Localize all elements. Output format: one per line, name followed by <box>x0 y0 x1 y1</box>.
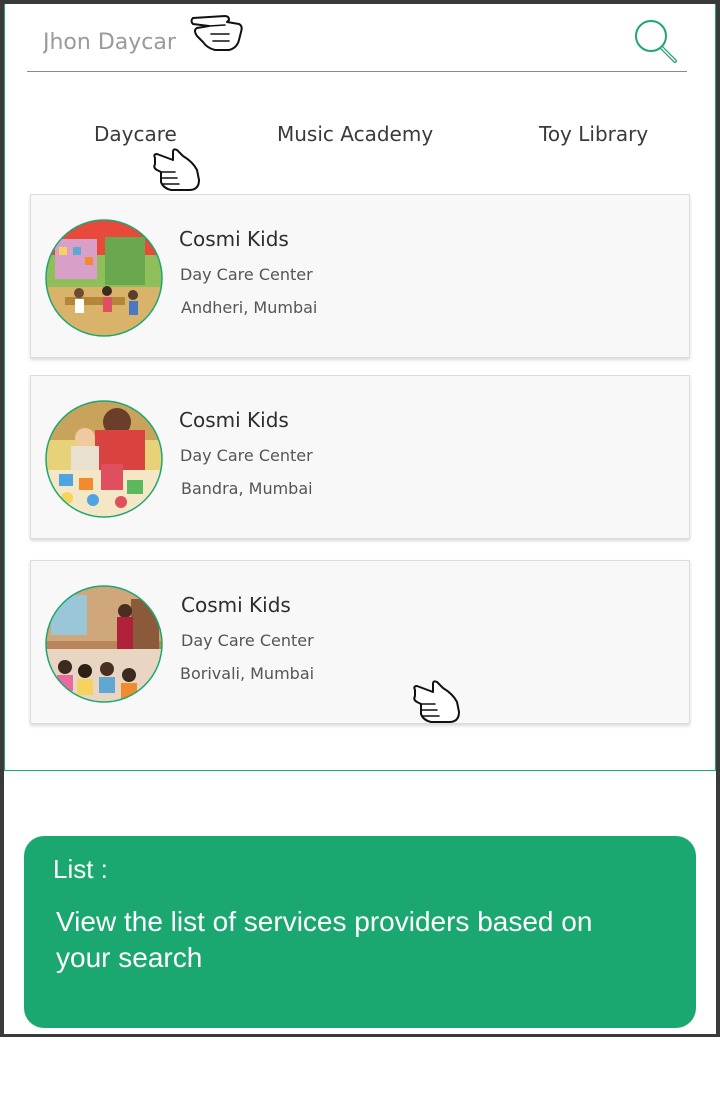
tab-music-academy[interactable]: Music Academy <box>277 122 433 146</box>
provider-photo <box>45 219 163 337</box>
annotation-title: List : <box>53 854 108 884</box>
annotation-callout: List : View the list of services provide… <box>24 836 696 1028</box>
annotation-text: View the list of services providers base… <box>56 906 593 973</box>
search-bar <box>27 4 687 72</box>
pointing-hand-icon <box>411 678 463 730</box>
provider-card[interactable]: Cosmi Kids Day Care Center Andheri, Mumb… <box>30 194 690 358</box>
pointing-hand-icon <box>189 10 245 58</box>
provider-photo <box>45 585 163 703</box>
provider-card[interactable]: Cosmi Kids Day Care Center Borivali, Mum… <box>30 560 690 724</box>
provider-location: Andheri, Mumbai <box>181 298 318 317</box>
provider-location: Borivali, Mumbai <box>180 664 315 683</box>
provider-type: Day Care Center <box>181 631 314 650</box>
provider-name: Cosmi Kids <box>179 227 289 251</box>
app-screen: Daycare Music Academy Toy Library <box>4 4 716 771</box>
search-icon[interactable] <box>631 18 681 66</box>
pointing-hand-icon <box>151 146 203 198</box>
provider-name: Cosmi Kids <box>181 593 291 617</box>
provider-type: Day Care Center <box>180 265 313 284</box>
tab-daycare[interactable]: Daycare <box>94 122 177 146</box>
provider-name: Cosmi Kids <box>179 408 289 432</box>
provider-type: Day Care Center <box>180 446 313 465</box>
provider-location: Bandra, Mumbai <box>181 479 313 498</box>
provider-photo <box>45 400 163 518</box>
provider-card[interactable]: Cosmi Kids Day Care Center Bandra, Mumba… <box>30 375 690 539</box>
tab-toy-library[interactable]: Toy Library <box>539 122 648 146</box>
